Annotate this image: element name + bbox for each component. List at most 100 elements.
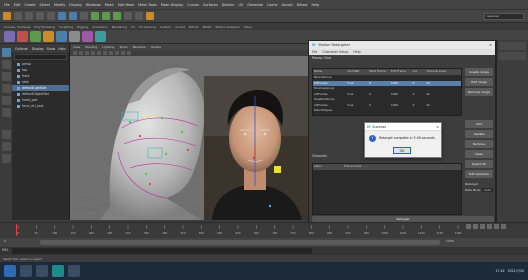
menu-item[interactable]: Help (312, 3, 320, 7)
editor-menu-item[interactable]: Character Setup (322, 50, 348, 54)
command-language-tag[interactable]: MEL (2, 248, 9, 252)
snap-grid-icon[interactable] (91, 12, 99, 20)
select-all-button[interactable]: Select All (465, 160, 493, 168)
viewport-menu-item[interactable]: Show (119, 45, 127, 49)
menu-item[interactable]: Deform (222, 3, 235, 7)
layout-single-icon[interactable] (1, 130, 11, 139)
shelf-rig-icon[interactable] (30, 31, 41, 42)
remove-channel-button[interactable]: Remove (465, 140, 493, 148)
select-component-icon[interactable] (80, 12, 88, 20)
smooth-shade-icon[interactable] (97, 51, 101, 55)
command-input[interactable] (12, 248, 312, 254)
textured-icon[interactable] (103, 51, 107, 55)
shelf-tab[interactable]: XGen (244, 25, 252, 29)
shelf-tab[interactable]: Bifrost (189, 25, 199, 29)
select-tool-icon[interactable] (1, 48, 11, 57)
dialog-close-icon[interactable]: × (436, 125, 439, 129)
menu-item[interactable]: Display (69, 3, 82, 7)
channel-box-tab[interactable] (499, 42, 526, 50)
new-scene-icon[interactable] (3, 12, 11, 20)
layout-side-icon[interactable] (1, 154, 11, 163)
lights-icon[interactable] (109, 51, 113, 55)
dialog-ok-button[interactable]: OK (393, 147, 411, 154)
render-settings-icon[interactable] (146, 12, 154, 20)
play-forward-icon[interactable] (487, 224, 492, 229)
redo-icon[interactable] (47, 12, 55, 20)
shelf-tab[interactable]: Rigging (77, 25, 88, 29)
shelf-tab[interactable]: FX Caching (139, 25, 156, 29)
go-to-end-icon[interactable] (501, 224, 506, 229)
workspace-selector[interactable]: General (484, 12, 524, 20)
xray-icon[interactable] (121, 51, 125, 55)
shelf-tab[interactable]: Rendering (112, 25, 127, 29)
shelf-tab[interactable]: MASH (203, 25, 212, 29)
shelf-camera-icon[interactable] (56, 31, 67, 42)
shelf-mocap-icon[interactable] (17, 31, 28, 42)
shelf-tab[interactable]: Arnold (175, 25, 185, 29)
go-to-start-icon[interactable] (466, 224, 471, 229)
bookmark-icon[interactable] (79, 51, 83, 55)
taskbar-browser-icon[interactable] (68, 265, 80, 277)
step-forward-icon[interactable] (494, 224, 499, 229)
menu-item[interactable]: Bifrost (297, 3, 308, 7)
shelf-tab[interactable]: Poly Modeling (34, 25, 55, 29)
undo-icon[interactable] (36, 12, 44, 20)
taskbar-search-icon[interactable] (20, 265, 32, 277)
menu-item[interactable]: Mesh Display (161, 3, 184, 7)
render-icon[interactable] (124, 12, 132, 20)
menu-item[interactable]: Select (40, 3, 50, 7)
shelf-tool-icon[interactable] (69, 31, 80, 42)
menu-item[interactable]: Mesh Tools (138, 3, 156, 7)
viewport-menu-item[interactable]: Shading (85, 45, 97, 49)
isolate-icon[interactable] (127, 51, 131, 55)
attribute-editor-tab[interactable] (499, 52, 526, 60)
update-channel-button[interactable]: Update (465, 130, 493, 138)
taskbar-maya-icon[interactable] (52, 265, 64, 277)
create-range-button[interactable]: Create range (465, 68, 493, 76)
open-scene-icon[interactable] (14, 12, 22, 20)
range-slider-bar[interactable] (40, 240, 440, 245)
save-scene-icon[interactable] (25, 12, 33, 20)
menu-item[interactable]: Curves (187, 3, 199, 7)
rotate-tool-icon[interactable] (1, 96, 11, 105)
paint-select-icon[interactable] (1, 72, 11, 81)
range-end-field[interactable]: 1200 (446, 239, 454, 243)
editor-menu-item[interactable]: File (312, 50, 317, 54)
edit-selection-button[interactable]: Edit Selection (465, 170, 493, 178)
select-hierarchy-icon[interactable] (58, 12, 66, 20)
shelf-tab[interactable]: Custom (160, 25, 172, 29)
shelf-tab[interactable]: FX (131, 25, 135, 29)
taskbar-explorer-icon[interactable] (36, 265, 48, 277)
shelf-tab[interactable]: Sculpting (59, 25, 73, 29)
menu-item[interactable]: Cache (267, 3, 278, 7)
edit-range-button[interactable]: Edit range (465, 78, 493, 86)
menu-item[interactable]: Mesh (105, 3, 114, 7)
shadows-icon[interactable] (115, 51, 119, 55)
wireframe-icon[interactable] (91, 51, 95, 55)
add-channel-button[interactable]: Add (465, 120, 493, 128)
viewport-menu-item[interactable]: Panels (151, 45, 161, 49)
viewport-menu-item[interactable]: View (73, 45, 80, 49)
editor-titlebar[interactable]: M Motion Retargeter × (309, 41, 495, 49)
remove-range-button[interactable]: Remove range (465, 88, 493, 96)
menu-item[interactable]: UV (238, 3, 243, 7)
time-slider[interactable]: 0 50 100 150 200 250 300 350 400 450 500 550 600 650 7… (0, 222, 528, 238)
shelf-retarget-icon[interactable] (95, 31, 106, 42)
outliner-menu-show[interactable]: Show (47, 47, 56, 51)
lasso-tool-icon[interactable] (1, 60, 11, 69)
editor-close-icon[interactable]: × (489, 43, 492, 47)
select-object-icon[interactable] (69, 12, 77, 20)
menu-item[interactable]: Surfaces (203, 3, 218, 7)
layout-four-icon[interactable] (1, 142, 11, 151)
move-tool-icon[interactable] (1, 84, 11, 93)
shelf-tab[interactable]: Motion Graphics (215, 25, 239, 29)
clear-channels-button[interactable]: Clear (465, 150, 493, 158)
viewport-menu-item[interactable]: Renderer (133, 45, 147, 49)
snap-point-icon[interactable] (113, 12, 121, 20)
range-start-field[interactable]: 0 (4, 239, 6, 243)
outliner-menu-help[interactable]: Help (58, 47, 65, 51)
menu-item[interactable]: Arnold (282, 3, 293, 7)
ipr-render-icon[interactable] (135, 12, 143, 20)
viewport-panel[interactable]: View Shading Lighting Show Renderer Panels (70, 44, 308, 220)
shelf-tab[interactable]: Animation (92, 25, 107, 29)
